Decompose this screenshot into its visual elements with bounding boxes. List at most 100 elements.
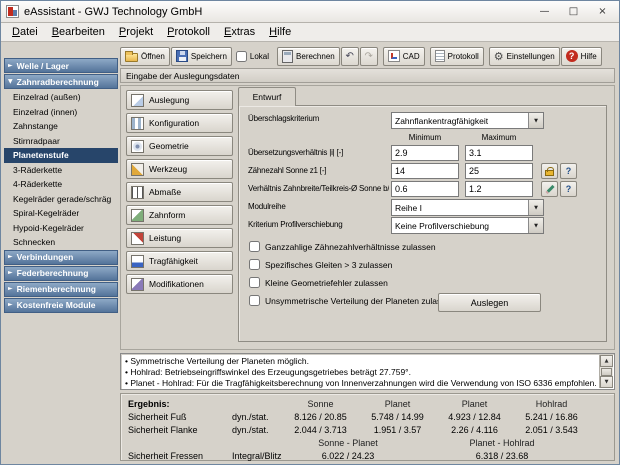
sidebar-item-spiral-kegelraeder[interactable]: Spiral-Kegelräder — [4, 206, 118, 221]
checkbox-label: Kleine Geometriefehler zulassen — [265, 278, 388, 288]
ratio-min-input[interactable] — [391, 145, 459, 161]
width-help-button[interactable]: ? — [560, 181, 577, 197]
width-edit-button[interactable] — [541, 181, 558, 197]
chevron-down-icon: ▼ — [528, 200, 543, 215]
nav-werkzeug-button[interactable]: Werkzeug — [126, 159, 233, 179]
scroll-thumb[interactable] — [601, 368, 612, 376]
flanke-planet-1: 1.951 / 3.57 — [359, 425, 436, 435]
row-fressen-sub: Integral/Blitz — [232, 451, 282, 461]
section-label: Welle / Lager — [17, 61, 69, 71]
nav-konfiguration-button[interactable]: Konfiguration — [126, 113, 233, 133]
width-max-input[interactable] — [465, 181, 533, 197]
menu-bearbeiten[interactable]: Bearbeiten — [45, 24, 112, 40]
konfiguration-icon — [131, 117, 144, 130]
sidebar-section-riemenberechnung[interactable]: ► Riemenberechnung — [4, 282, 118, 297]
sidebar-item-schnecken[interactable]: Schnecken — [4, 235, 118, 250]
auslegung-icon — [131, 94, 144, 107]
nav-zahnform-button[interactable]: Zahnform — [126, 205, 233, 225]
scroll-up-icon[interactable]: ▲ — [600, 355, 613, 367]
scroll-down-icon[interactable]: ▼ — [600, 376, 613, 388]
menu-projekt[interactable]: Projekt — [112, 24, 160, 40]
nav-abmasse-button[interactable]: Abmaße — [126, 182, 233, 202]
form-area: Auslegung Konfiguration Geometrie Werkze… — [120, 85, 615, 350]
nav-auslegung-button[interactable]: Auslegung — [126, 90, 233, 110]
tab-entwurf[interactable]: Entwurf — [238, 87, 296, 106]
teeth-help-button[interactable]: ? — [560, 163, 577, 179]
teeth-max-input[interactable] — [465, 163, 533, 179]
local-checkbox-input[interactable] — [236, 51, 247, 62]
entwurf-panel: Überschlagskriterium Zahnflankentragfähi… — [238, 105, 607, 342]
checkbox-label: Unsymmetrische Verteilung der Planeten z… — [265, 296, 455, 306]
ratio-max-input[interactable] — [465, 145, 533, 161]
maximize-button[interactable]: □ — [560, 3, 587, 20]
menu-hilfe[interactable]: Hilfe — [262, 24, 298, 40]
sidebar-item-einzelrad-aussen[interactable]: Einzelrad (außen) — [4, 90, 118, 105]
local-label: Lokal — [250, 52, 269, 61]
sidebar-section-kostenfreie-module[interactable]: ► Kostenfreie Module — [4, 298, 118, 313]
checkbox-integer-ratios[interactable]: Ganzzahlige Zähnezahlverhältnisse zulass… — [249, 241, 436, 252]
help-button[interactable]: ? Hilfe — [561, 47, 602, 66]
section-label: Verbindungen — [17, 252, 74, 262]
teeth-lock-button[interactable] — [541, 163, 558, 179]
nav-label: Konfiguration — [149, 118, 199, 128]
message-scrollbar[interactable]: ▲ ▼ — [599, 355, 613, 388]
chevron-right-icon: ► — [8, 254, 13, 260]
close-button[interactable]: × — [589, 3, 616, 20]
sidebar-section-federberechnung[interactable]: ► Federberechnung — [4, 266, 118, 281]
calculate-button[interactable]: Berechnen — [277, 47, 340, 66]
toolbar-group-calc: Berechnen ↶ ↷ — [277, 47, 378, 66]
nav-label: Werkzeug — [149, 164, 187, 174]
cad-button[interactable]: CAD — [383, 47, 425, 66]
criterion-select[interactable]: Zahnflankentragfähigkeit ▼ — [391, 112, 544, 129]
sidebar-item-planetenstufe[interactable]: Planetenstufe — [4, 148, 118, 163]
nav-modifikationen-button[interactable]: Modifikationen — [126, 274, 233, 294]
checkbox-integer-ratios-input[interactable] — [249, 241, 260, 252]
pair-header-sonne-planet: Sonne - Planet — [282, 438, 436, 448]
col-header-sonne: Sonne — [282, 399, 359, 409]
nav-label: Modifikationen — [149, 279, 204, 289]
sidebar-item-kegelraeder[interactable]: Kegelräder gerade/schräg — [4, 192, 118, 207]
open-button[interactable]: Öffnen — [120, 47, 170, 66]
chevron-right-icon: ► — [8, 286, 13, 292]
sidebar-item-einzelrad-innen[interactable]: Einzelrad (innen) — [4, 105, 118, 120]
checkbox-asymmetric-planets[interactable]: Unsymmetrische Verteilung der Planeten z… — [249, 295, 455, 306]
sidebar-section-verbindungen[interactable]: ► Verbindungen — [4, 250, 118, 265]
sidebar-item-3-raederkette[interactable]: 3-Räderkette — [4, 163, 118, 178]
lock-icon — [545, 170, 554, 176]
menu-protokoll[interactable]: Protokoll — [160, 24, 217, 40]
app-icon — [6, 5, 19, 18]
checkbox-small-geometry-errors[interactable]: Kleine Geometriefehler zulassen — [249, 277, 388, 288]
auslegen-button[interactable]: Auslegen — [438, 293, 541, 312]
module-series-select[interactable]: Reihe I ▼ — [391, 199, 544, 216]
width-ratio-label: Verhältnis Zahnbreite/Teilkreis-Ø Sonne … — [248, 184, 389, 193]
nav-geometrie-button[interactable]: Geometrie — [126, 136, 233, 156]
protocol-button[interactable]: Protokoll — [430, 47, 484, 66]
minimize-button[interactable]: — — [531, 3, 558, 20]
title-bar[interactable]: eAssistant - GWJ Technology GmbH — □ × — [1, 1, 619, 23]
settings-button[interactable]: ⚙ Einstellungen — [489, 47, 560, 66]
checkbox-asymmetric-planets-input[interactable] — [249, 295, 260, 306]
section-label: Kostenfreie Module — [17, 300, 96, 310]
nav-tragfaehigkeit-button[interactable]: Tragfähigkeit — [126, 251, 233, 271]
sidebar-section-zahnradberechnung[interactable]: ▼ Zahnradberechnung — [4, 74, 118, 89]
save-button[interactable]: Speichern — [171, 47, 232, 66]
sidebar-item-4-raederkette[interactable]: 4-Räderkette — [4, 177, 118, 192]
sidebar-section-welle-lager[interactable]: ► Welle / Lager — [4, 58, 118, 73]
teeth-min-input[interactable] — [391, 163, 459, 179]
sidebar-item-stirnradpaar[interactable]: Stirnradpaar — [4, 134, 118, 149]
profile-shift-select[interactable]: Keine Profilverschiebung ▼ — [391, 217, 544, 234]
checkbox-small-geometry-errors-input[interactable] — [249, 277, 260, 288]
section-label: Zahnradberechnung — [17, 77, 99, 87]
menu-datei[interactable]: Datei — [5, 24, 45, 40]
undo-button[interactable]: ↶ — [341, 47, 359, 66]
redo-button[interactable]: ↷ — [360, 47, 378, 66]
width-min-input[interactable] — [391, 181, 459, 197]
content-header: Eingabe der Auslegungsdaten — [120, 68, 615, 83]
sidebar-item-zahnstange[interactable]: Zahnstange — [4, 119, 118, 134]
nav-leistung-button[interactable]: Leistung — [126, 228, 233, 248]
local-checkbox[interactable]: Lokal — [233, 47, 272, 66]
checkbox-specific-sliding-input[interactable] — [249, 259, 260, 270]
sidebar-item-hypoid-kegelraeder[interactable]: Hypoid-Kegelräder — [4, 221, 118, 236]
checkbox-specific-sliding[interactable]: Spezifisches Gleiten > 3 zulassen — [249, 259, 392, 270]
menu-extras[interactable]: Extras — [217, 24, 262, 40]
